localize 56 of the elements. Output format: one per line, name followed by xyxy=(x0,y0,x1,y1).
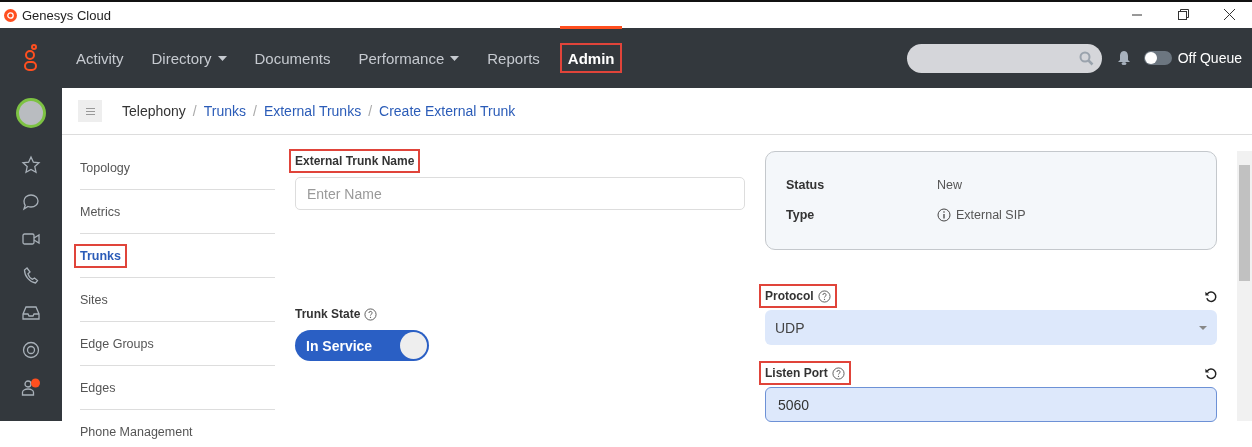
star-icon[interactable] xyxy=(21,155,41,175)
side-menu-item[interactable]: Edge Groups xyxy=(76,333,158,354)
breadcrumb-separator: / xyxy=(368,103,373,119)
phone-icon[interactable] xyxy=(21,266,41,286)
avatar[interactable] xyxy=(16,98,46,128)
nav-tab[interactable]: Admin xyxy=(559,43,623,73)
field-label: Protocol xyxy=(765,289,814,303)
trunk-state-switch[interactable]: In Service xyxy=(295,330,429,361)
help-icon[interactable] xyxy=(817,289,831,303)
breadcrumb-item[interactable]: Trunks xyxy=(203,103,246,119)
queue-status-label: Off Queue xyxy=(1177,50,1242,66)
lifebuoy-icon[interactable] xyxy=(21,340,41,360)
queue-toggle[interactable] xyxy=(1143,51,1172,65)
info-label: Status xyxy=(786,178,826,192)
nav-tab[interactable]: Performance xyxy=(344,43,474,73)
search-field[interactable] xyxy=(906,43,1102,73)
breadcrumb-separator: / xyxy=(192,103,197,119)
nav-tab[interactable]: Activity xyxy=(62,43,138,73)
nav-tab[interactable]: Reports xyxy=(473,43,554,73)
inbox-icon[interactable] xyxy=(21,303,41,323)
field-label: Listen Port xyxy=(765,366,828,380)
field-label: Trunk State xyxy=(295,307,361,321)
side-menu-item[interactable]: Trunks xyxy=(76,245,125,266)
field-label: External Trunk Name xyxy=(291,151,419,171)
side-menu-item[interactable]: Topology xyxy=(76,157,135,178)
chat-icon[interactable] xyxy=(21,192,41,212)
nav-tab[interactable]: Directory xyxy=(137,43,241,73)
app-logo-icon xyxy=(4,8,17,22)
side-menu-item[interactable]: Phone Management xyxy=(76,421,197,442)
protocol-dropdown[interactable]: UDP xyxy=(765,310,1217,345)
help-icon[interactable] xyxy=(364,307,378,321)
side-menu-item[interactable]: Sites xyxy=(76,289,112,310)
window-title: Genesys Cloud xyxy=(22,7,111,23)
genesys-logo-icon[interactable] xyxy=(23,44,39,72)
help-icon[interactable] xyxy=(831,366,845,380)
reset-icon[interactable] xyxy=(1204,289,1217,303)
name-input-field[interactable]: Enter Name xyxy=(295,177,745,210)
search-icon xyxy=(1078,50,1094,66)
breadcrumb-item[interactable]: External Trunks xyxy=(263,103,362,119)
breadcrumb-item: Telephony xyxy=(122,103,186,119)
info-label: Type xyxy=(786,208,816,222)
side-menu-item[interactable]: Edges xyxy=(76,377,120,398)
breadcrumb-separator: / xyxy=(253,103,257,119)
user-alert-icon[interactable] xyxy=(21,377,41,397)
menu-icon xyxy=(85,107,95,115)
info-value: External SIP xyxy=(956,208,1026,222)
reset-icon[interactable] xyxy=(1204,366,1217,380)
nav-tab[interactable]: Documents xyxy=(240,43,345,73)
bell-icon[interactable] xyxy=(1117,50,1130,66)
side-menu-item[interactable]: Metrics xyxy=(76,201,125,222)
info-icon xyxy=(937,208,951,222)
info-value: New xyxy=(937,178,962,192)
caret-icon xyxy=(1199,325,1207,330)
listen-port-field[interactable]: 5060 xyxy=(765,387,1217,422)
breadcrumb-item[interactable]: Create External Trunk xyxy=(379,103,516,119)
scrollbar[interactable] xyxy=(1237,151,1252,421)
